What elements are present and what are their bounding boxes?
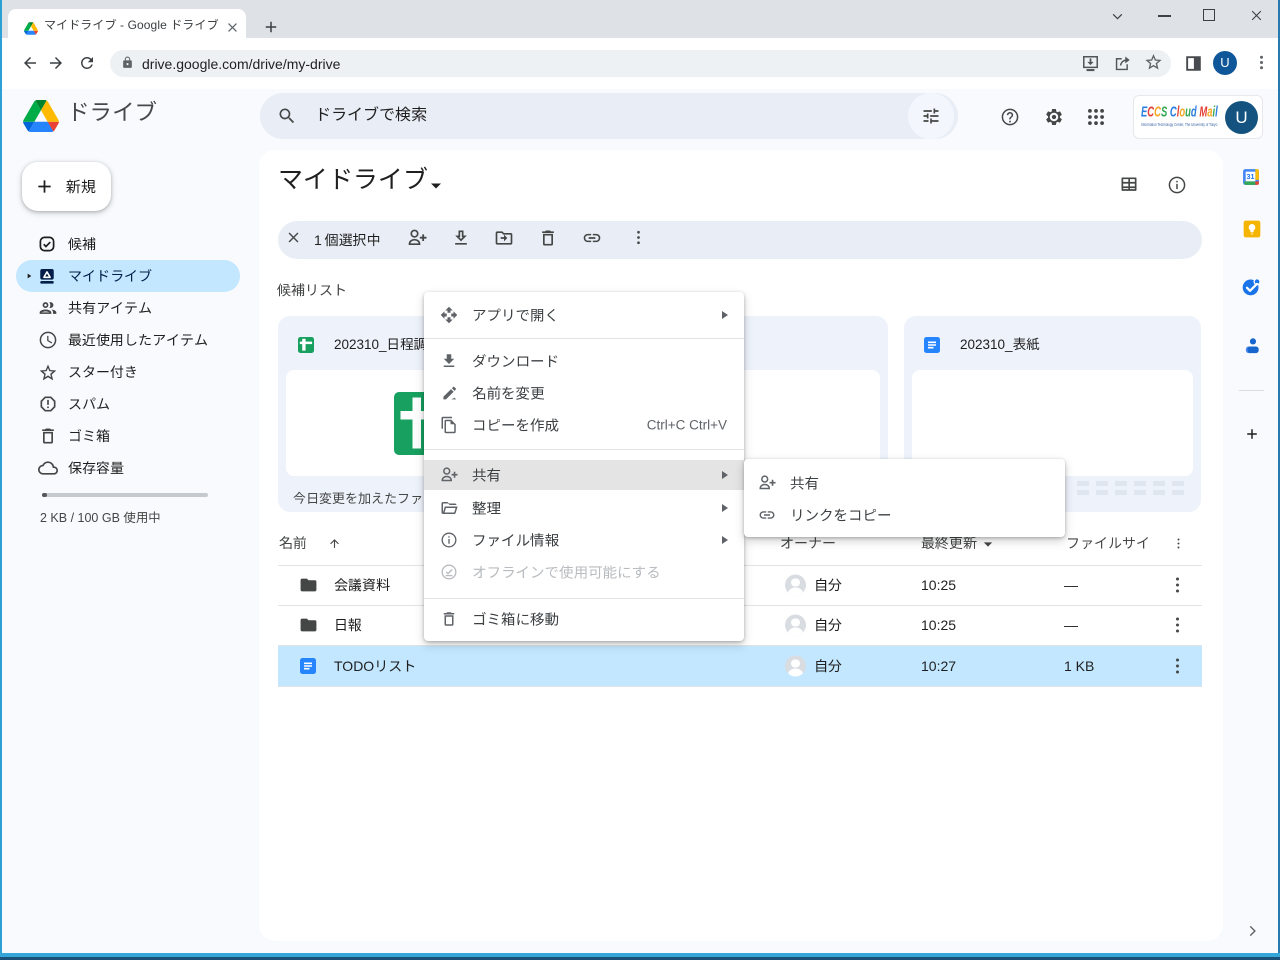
svg-text:31: 31 [1247,173,1255,181]
